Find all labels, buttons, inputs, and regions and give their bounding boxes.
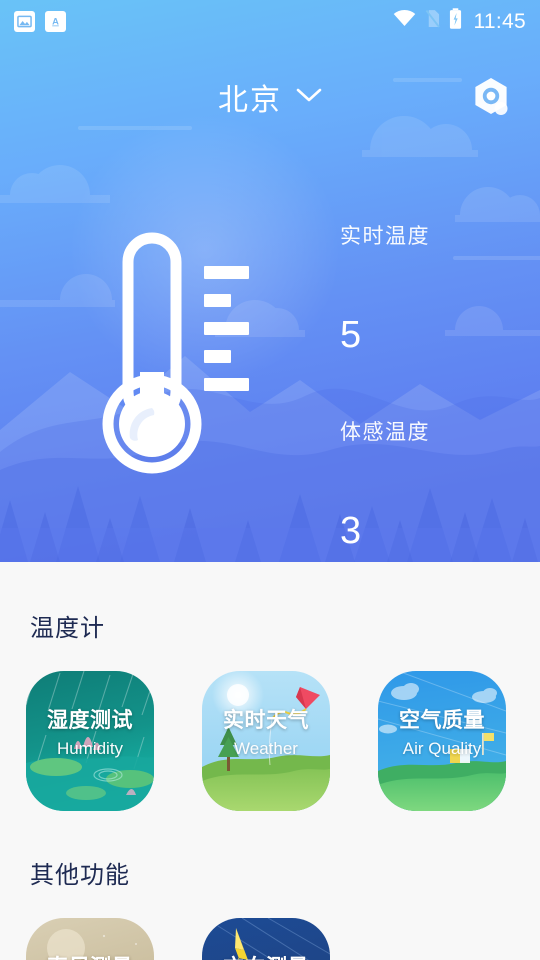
feels-like-temp-label: 体感温度 — [340, 421, 430, 444]
card-air-quality-title: 空气质量 — [399, 709, 485, 732]
card-direction[interactable]: 方向测量 — [202, 918, 330, 960]
temperature-readings: 实时温度 5 体感温度 3 — [340, 220, 430, 550]
card-air-quality-labels: 空气质量 Air Quality — [378, 709, 506, 759]
card-weather-title: 实时天气 — [223, 709, 309, 732]
section-title-other-functions: 其他功能 — [30, 862, 130, 889]
image-icon — [14, 10, 35, 32]
app-top-bar: 北京 — [0, 64, 540, 130]
status-bar-right-icons: 11:45 — [393, 8, 527, 34]
city-selector[interactable]: 北京 — [0, 64, 540, 130]
section-title-thermometer: 温度计 — [30, 615, 105, 642]
card-ruler-labels: 直尺测量 — [26, 956, 154, 960]
card-humidity-subtitle: Humidity — [56, 739, 124, 759]
card-humidity[interactable]: 湿度测试 Humidity — [26, 671, 154, 811]
settings-button[interactable] — [468, 74, 514, 120]
card-air-quality-subtitle: Air Quality — [402, 739, 482, 759]
card-direction-labels: 方向测量 — [202, 956, 330, 960]
city-name: 北京 — [218, 84, 282, 117]
card-weather-subtitle: Weather — [234, 739, 298, 759]
thermometer-card-row: 湿度测试 Humidity 实时天气 Weather 空气质量 Air Qual… — [0, 671, 540, 811]
status-bar-clock: 11:45 — [473, 9, 526, 33]
wifi-icon — [393, 10, 416, 32]
card-air-quality[interactable]: 空气质量 Air Quality — [378, 671, 506, 811]
thermometer-icon — [78, 214, 278, 514]
feels-like-temp-value: 3 — [340, 510, 362, 552]
translate-icon: A — [45, 10, 66, 32]
chevron-down-icon — [296, 87, 322, 108]
card-direction-title: 方向测量 — [202, 956, 330, 960]
battery-charging-icon — [449, 8, 462, 34]
current-temp-label: 实时温度 — [340, 225, 430, 248]
card-weather[interactable]: 实时天气 Weather — [202, 671, 330, 811]
card-ruler-title: 直尺测量 — [26, 956, 154, 960]
hero-weather-panel: A 11:45 北京 实时温度 5 体感温度 3 — [0, 0, 540, 562]
card-weather-labels: 实时天气 Weather — [202, 709, 330, 759]
status-bar: A 11:45 — [0, 0, 540, 42]
svg-text:A: A — [52, 16, 59, 26]
card-humidity-labels: 湿度测试 Humidity — [26, 709, 154, 759]
card-humidity-title: 湿度测试 — [47, 709, 133, 732]
feature-sections: 温度计 湿度测试 Humidity 实时天气 Weather 空气质量 Air … — [0, 562, 540, 960]
no-sim-icon — [425, 9, 440, 33]
status-bar-left-icons: A — [14, 10, 66, 32]
card-ruler[interactable]: 直尺测量 — [26, 918, 154, 960]
gear-icon — [475, 78, 508, 115]
other-functions-card-row: 直尺测量 — [0, 918, 540, 960]
current-temp-value: 5 — [340, 314, 362, 356]
